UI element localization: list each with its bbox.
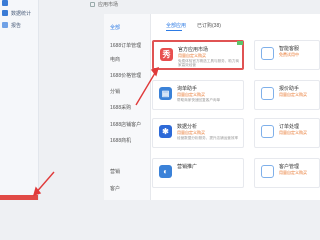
annotation-arrows xyxy=(32,66,160,197)
arrow-to-sidebar xyxy=(32,171,55,197)
arrow-to-card xyxy=(135,66,160,106)
